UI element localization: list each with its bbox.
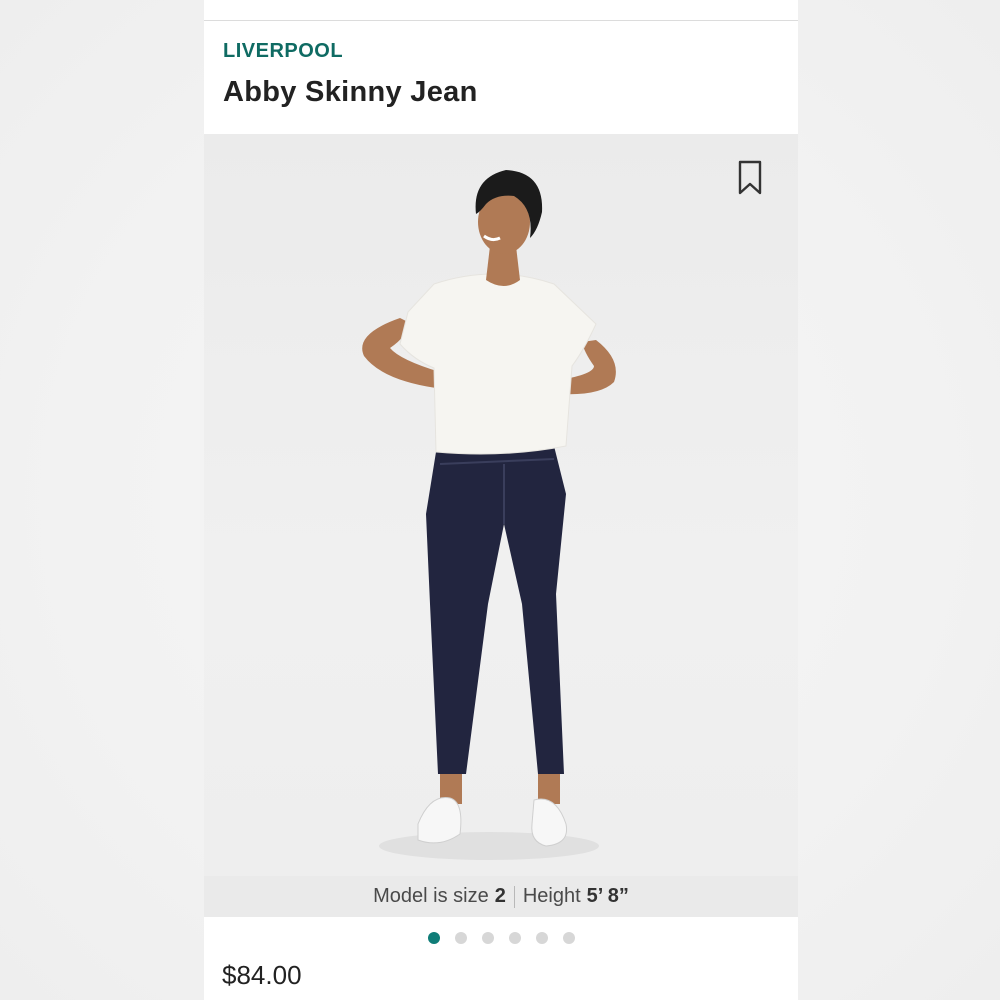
product-image[interactable]	[204, 134, 798, 876]
bookmark-icon[interactable]	[736, 160, 764, 196]
product-card: LIVERPOOL Abby Skinny Jean Model is size…	[204, 0, 798, 1000]
carousel-dot[interactable]	[535, 932, 548, 944]
size-value: 2	[494, 885, 506, 907]
carousel-dot[interactable]	[508, 932, 521, 944]
carousel-dot[interactable]	[454, 932, 467, 944]
carousel-dot[interactable]	[562, 932, 575, 944]
height-label: Height	[522, 885, 581, 907]
height-value: 5’ 8”	[586, 885, 629, 907]
model-size-caption: Model is size 2 Height 5’ 8”	[204, 876, 798, 917]
product-price: $84.00	[222, 960, 302, 990]
previous-section-edge	[204, 0, 798, 21]
carousel-dot[interactable]	[427, 932, 440, 944]
size-label: Model is size	[373, 885, 489, 907]
product-title: Abby Skinny Jean	[223, 76, 478, 108]
brand-name[interactable]: LIVERPOOL	[223, 40, 343, 63]
carousel-dot[interactable]	[481, 932, 494, 944]
model-illustration	[362, 170, 616, 860]
caption-divider	[513, 885, 515, 908]
carousel-dots	[204, 930, 798, 946]
